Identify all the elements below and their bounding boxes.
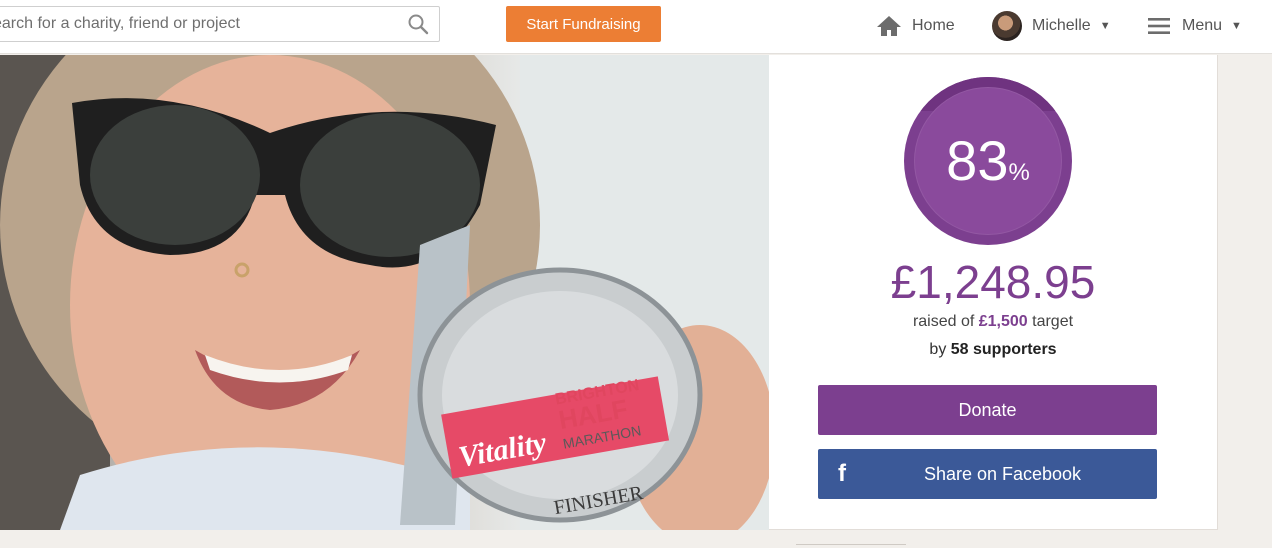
runner-selfie-illustration: Vitality BRIGHTON HALF MARATHON FINISHER bbox=[0, 55, 769, 530]
target-line: raised of £1,500 target bbox=[769, 313, 1217, 331]
nav-user-menu[interactable]: Michelle ▼ bbox=[992, 10, 1111, 42]
supporters-count: 58 supporters bbox=[950, 341, 1057, 358]
share-facebook-label: Share on Facebook bbox=[923, 463, 1082, 484]
search-icon[interactable] bbox=[407, 13, 429, 35]
percent-symbol: % bbox=[1008, 159, 1030, 186]
hero-photo: Vitality BRIGHTON HALF MARATHON FINISHER bbox=[0, 55, 769, 530]
chevron-down-icon: ▼ bbox=[1099, 20, 1111, 32]
chevron-down-icon: ▼ bbox=[1231, 20, 1242, 32]
supporters-prefix: by bbox=[929, 341, 951, 358]
donate-button[interactable]: Donate bbox=[818, 385, 1157, 435]
facebook-icon: f bbox=[838, 460, 846, 487]
start-fundraising-button[interactable]: Start Fundraising bbox=[506, 6, 661, 42]
search-input[interactable] bbox=[0, 7, 401, 41]
percent-value: 83 bbox=[946, 129, 1009, 192]
avatar bbox=[992, 11, 1022, 41]
target-amount: £1,500 bbox=[978, 313, 1028, 330]
hamburger-icon bbox=[1148, 17, 1170, 35]
fundraising-panel: 83% £1,248.95 raised of £1,500 target by… bbox=[769, 55, 1218, 530]
nav-menu-label: Menu bbox=[1182, 17, 1223, 34]
divider bbox=[796, 544, 906, 548]
progress-circle: 83% bbox=[904, 77, 1072, 245]
search-box bbox=[0, 6, 440, 42]
target-prefix: raised of bbox=[912, 313, 979, 330]
nav-home-link[interactable]: Home bbox=[876, 10, 955, 42]
nav-user-label: Michelle bbox=[1032, 17, 1091, 34]
progress-percentage: 83% bbox=[904, 133, 1072, 189]
share-facebook-button[interactable]: f Share on Facebook bbox=[818, 449, 1157, 499]
nav-home-label: Home bbox=[912, 17, 955, 34]
nav-main-menu[interactable]: Menu ▼ bbox=[1148, 10, 1242, 42]
target-suffix: target bbox=[1027, 313, 1074, 330]
supporters-line: by 58 supporters bbox=[769, 341, 1217, 359]
home-icon bbox=[876, 15, 902, 37]
amount-raised: £1,248.95 bbox=[890, 256, 1096, 308]
top-navigation-bar: Start Fundraising Home Michelle ▼ Menu ▼ bbox=[0, 0, 1272, 54]
